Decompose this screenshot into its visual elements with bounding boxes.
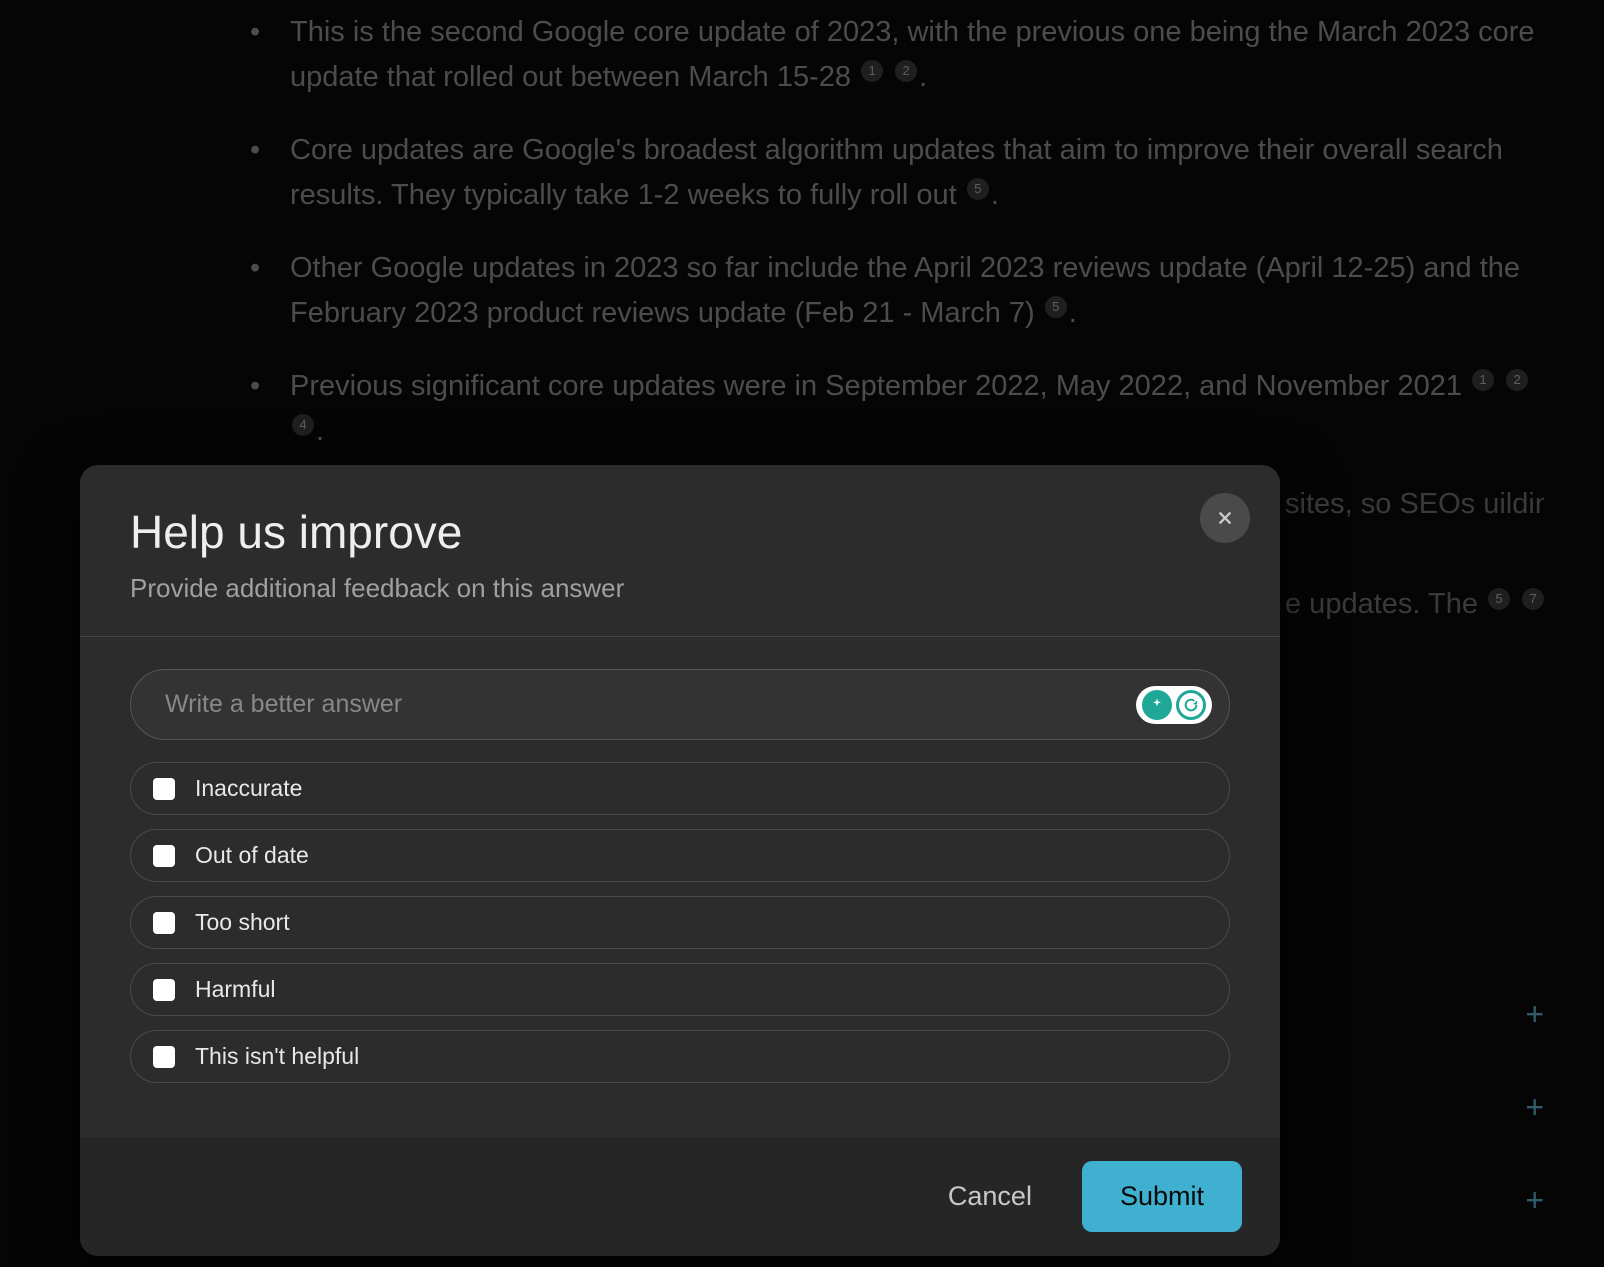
checkbox[interactable]: [153, 912, 175, 934]
feedback-option[interactable]: Out of date: [130, 829, 1230, 882]
answer-input-wrap: [130, 669, 1230, 740]
close-icon: [1216, 509, 1234, 527]
checkbox[interactable]: [153, 778, 175, 800]
modal-title: Help us improve: [130, 505, 1230, 559]
grammarly-badges: [1136, 686, 1212, 724]
grammarly-icon: [1176, 690, 1206, 720]
cancel-button[interactable]: Cancel: [938, 1163, 1042, 1230]
checkbox[interactable]: [153, 979, 175, 1001]
close-button[interactable]: [1200, 493, 1250, 543]
option-label: Too short: [195, 909, 290, 936]
options-list: Inaccurate Out of date Too short Harmful Thi…: [130, 762, 1230, 1083]
option-label: Inaccurate: [195, 775, 302, 802]
modal-body: Inaccurate Out of date Too short Harmful Thi…: [80, 637, 1280, 1137]
modal-header: Help us improve Provide additional feedb…: [80, 465, 1280, 637]
sparkle-icon: [1142, 690, 1172, 720]
feedback-option[interactable]: Too short: [130, 896, 1230, 949]
better-answer-input[interactable]: [130, 669, 1230, 740]
modal-footer: Cancel Submit: [80, 1137, 1280, 1256]
option-label: This isn't helpful: [195, 1043, 359, 1070]
option-label: Harmful: [195, 976, 276, 1003]
checkbox[interactable]: [153, 845, 175, 867]
option-label: Out of date: [195, 842, 309, 869]
feedback-option[interactable]: This isn't helpful: [130, 1030, 1230, 1083]
modal-subtitle: Provide additional feedback on this answ…: [130, 573, 1230, 604]
feedback-option[interactable]: Harmful: [130, 963, 1230, 1016]
submit-button[interactable]: Submit: [1082, 1161, 1242, 1232]
feedback-modal: Help us improve Provide additional feedb…: [80, 465, 1280, 1256]
feedback-option[interactable]: Inaccurate: [130, 762, 1230, 815]
checkbox[interactable]: [153, 1046, 175, 1068]
